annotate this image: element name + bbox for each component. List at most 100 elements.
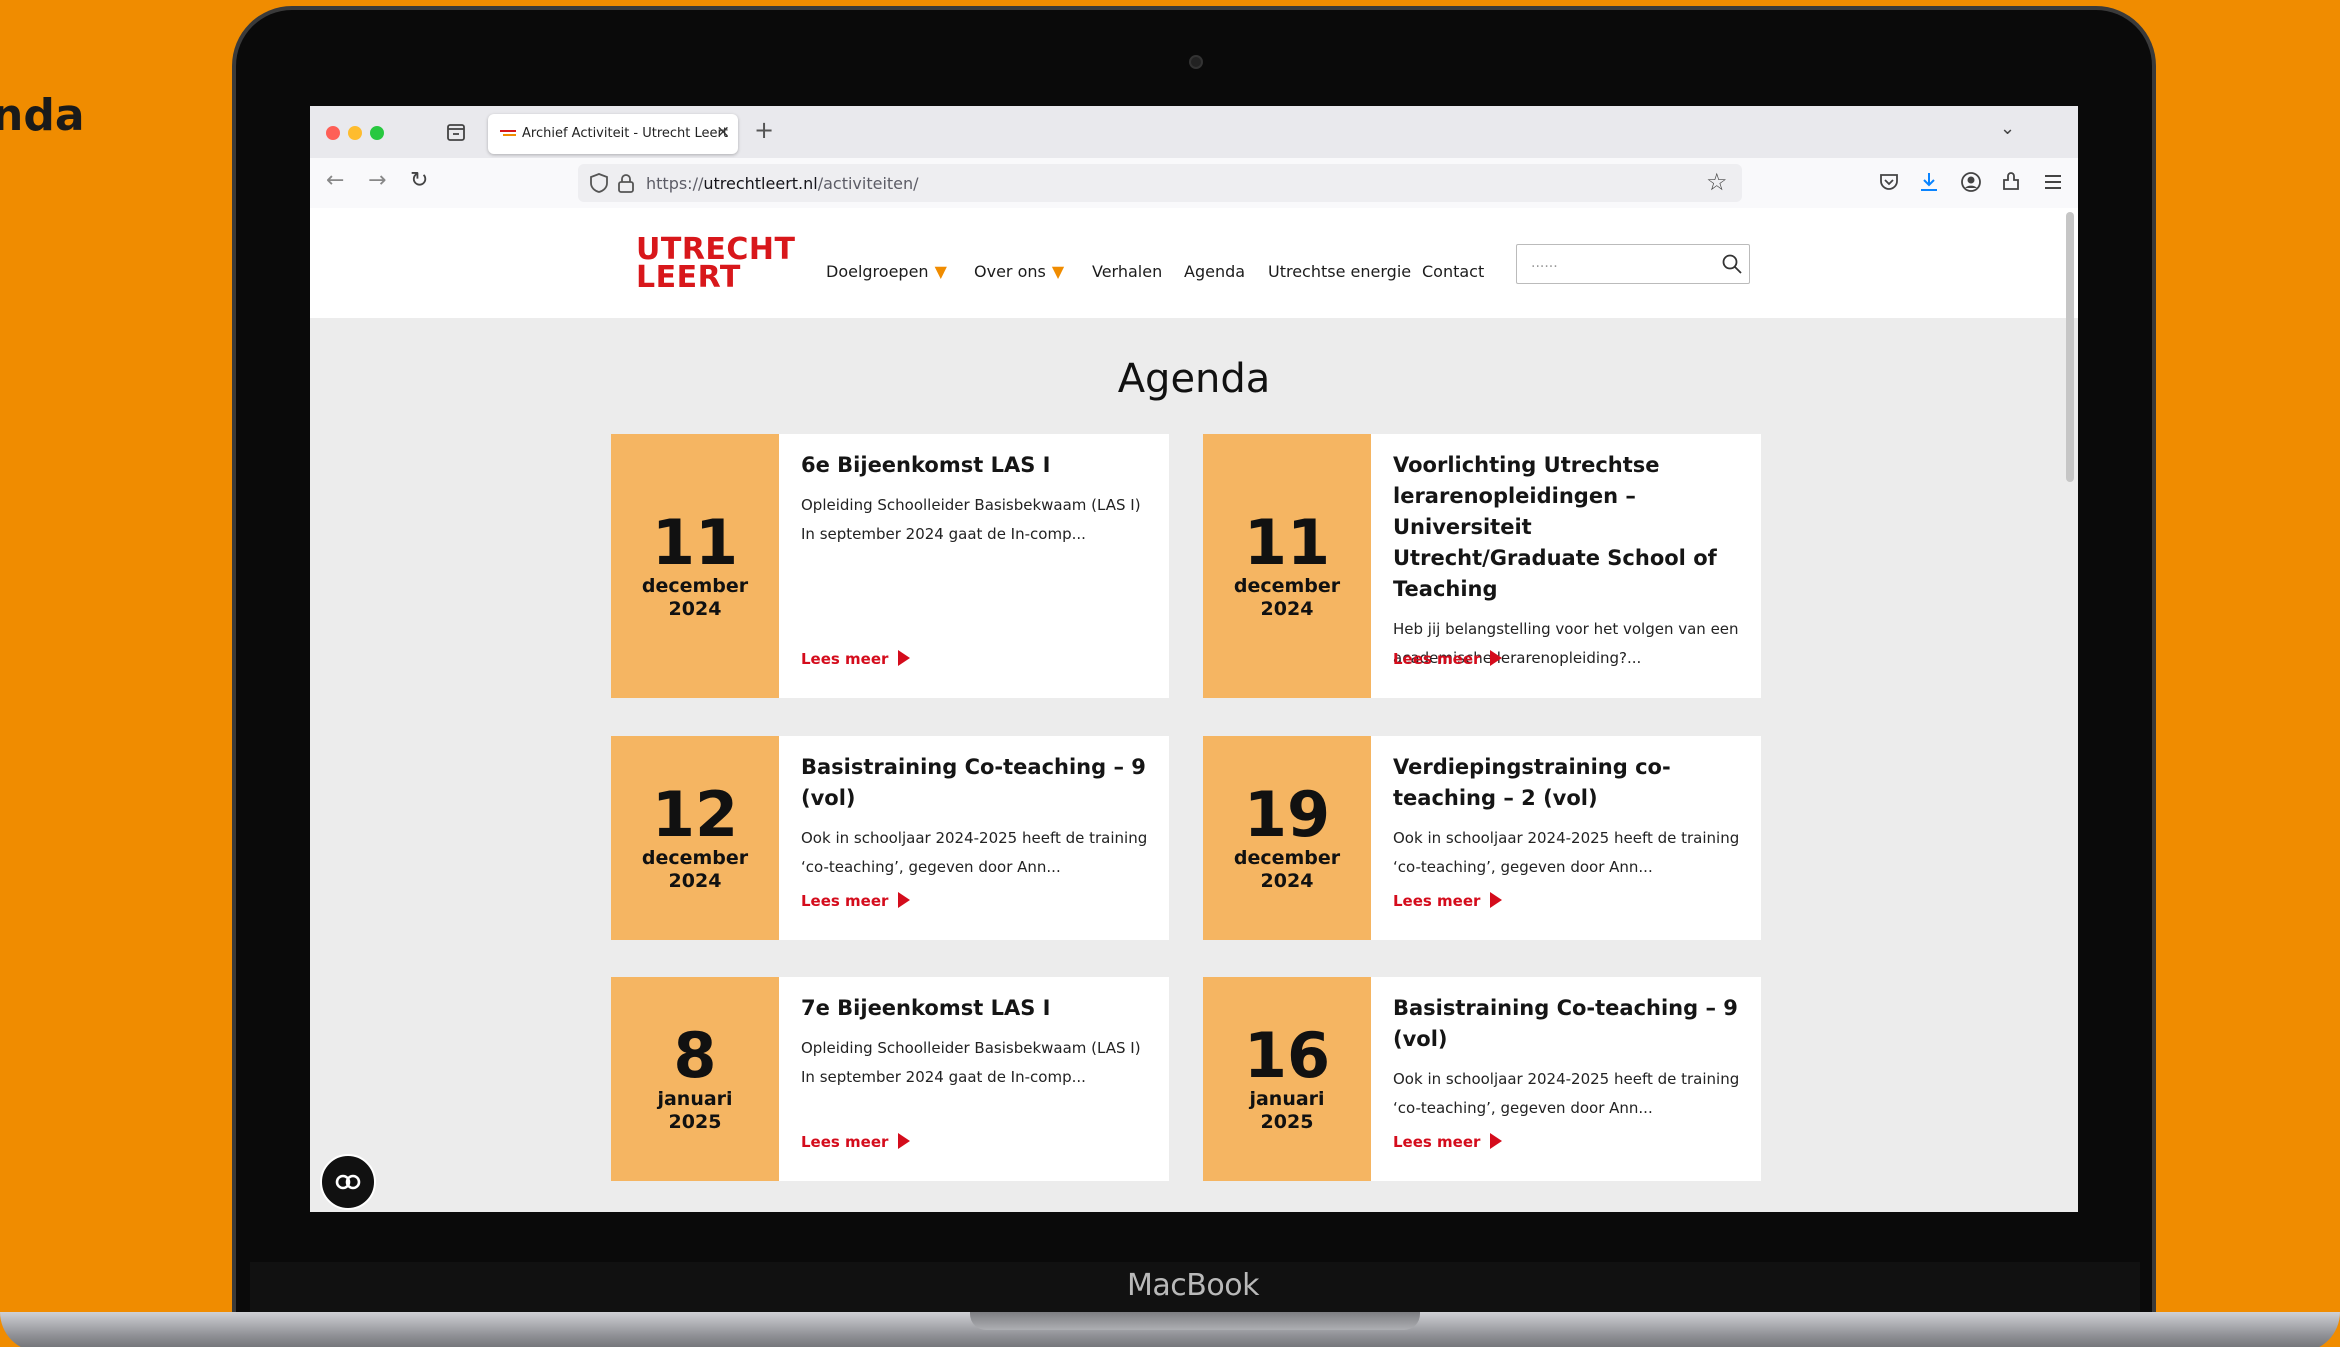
date-block: 8 januari 2025 [611, 977, 779, 1181]
site-logo[interactable]: UTRECHT LEERT [636, 235, 796, 293]
event-excerpt: Ook in schooljaar 2024-2025 heeft de tra… [1393, 1070, 1740, 1117]
read-more-link[interactable]: Lees meer [1393, 1133, 1503, 1151]
event-year: 2024 [1260, 598, 1314, 620]
screen: Archief Activiteit - Utrecht Leert × + ⌄… [310, 106, 2078, 1212]
arrow-right-icon [1490, 650, 1503, 666]
date-block: 16 januari 2025 [1203, 977, 1371, 1181]
address-bar[interactable]: https://utrechtleert.nl/activiteiten/ ☆ [578, 164, 1742, 202]
arrow-right-icon [1490, 1133, 1503, 1149]
event-day: 11 [651, 506, 739, 579]
forward-arrow-icon[interactable]: → [368, 168, 386, 193]
search-placeholder: ...... [1531, 255, 1558, 271]
close-tab-icon[interactable]: × [716, 122, 730, 142]
event-title[interactable]: Basistraining Co-teaching – 9 (vol) [801, 752, 1149, 814]
nav-doelgroepen[interactable]: Doelgroepen ▼ [826, 262, 947, 281]
event-day: 12 [651, 778, 739, 851]
caret-down-icon: ▼ [1051, 262, 1065, 281]
date-block: 19 december 2024 [1203, 736, 1371, 940]
event-day: 11 [1243, 506, 1331, 579]
event-card[interactable]: 11 december 2024 6e Bijeenkomst LAS I Op… [611, 434, 1169, 698]
nav-verhalen[interactable]: Verhalen [1092, 262, 1162, 281]
event-excerpt: Ook in schooljaar 2024-2025 heeft de tra… [801, 829, 1148, 876]
date-block: 11 december 2024 [1203, 434, 1371, 698]
event-year: 2024 [1260, 870, 1314, 892]
partial-heading: nda [0, 90, 85, 141]
event-month: januari [657, 1088, 733, 1110]
extensions-icon[interactable] [1998, 169, 2024, 195]
nav-utrechtse-energie[interactable]: Utrechtse energie [1268, 262, 1411, 281]
tab-bar: Archief Activiteit - Utrecht Leert × + ⌄ [310, 106, 2078, 158]
search-icon[interactable] [1721, 253, 1743, 275]
event-title[interactable]: Voorlichting Utrechtse lerarenopleidinge… [1393, 450, 1741, 605]
minimize-window-button[interactable] [348, 126, 362, 140]
event-day: 8 [673, 1019, 717, 1092]
event-card[interactable]: 19 december 2024 Verdiepingstraining co-… [1203, 736, 1761, 940]
nav-agenda[interactable]: Agenda [1184, 262, 1245, 281]
event-excerpt: Opleiding Schoolleider Basisbekwaam (LAS… [801, 496, 1141, 543]
page-title: Agenda [1117, 356, 1271, 402]
event-title[interactable]: Basistraining Co-teaching – 9 (vol) [1393, 993, 1741, 1055]
event-month: december [641, 575, 749, 597]
nav-over-ons[interactable]: Over ons ▼ [974, 262, 1064, 281]
event-day: 16 [1243, 1019, 1331, 1092]
lock-icon[interactable] [616, 172, 636, 194]
event-year: 2024 [668, 870, 722, 892]
event-card[interactable]: 11 december 2024 Voorlichting Utrechtse … [1203, 434, 1761, 698]
accessibility-button[interactable] [320, 1154, 376, 1210]
caret-down-icon: ▼ [934, 262, 947, 281]
account-icon[interactable] [1958, 169, 1984, 195]
menu-icon[interactable] [2040, 169, 2066, 195]
page-scrollbar[interactable] [2066, 212, 2074, 482]
event-excerpt: Opleiding Schoolleider Basisbekwaam (LAS… [801, 1039, 1141, 1086]
download-icon[interactable] [1916, 169, 1942, 195]
date-block: 11 december 2024 [611, 434, 779, 698]
event-title[interactable]: 7e Bijeenkomst LAS I [801, 993, 1149, 1024]
date-block: 12 december 2024 [611, 736, 779, 940]
back-arrow-icon[interactable]: ← [326, 168, 344, 193]
event-year: 2024 [668, 598, 722, 620]
arrow-right-icon [898, 892, 911, 908]
active-tab[interactable]: Archief Activiteit - Utrecht Leert × [488, 114, 738, 154]
shield-icon[interactable] [588, 172, 610, 194]
event-month: januari [1249, 1088, 1325, 1110]
reload-icon[interactable]: ↻ [410, 168, 428, 193]
event-month: december [1233, 575, 1341, 597]
read-more-link[interactable]: Lees meer [1393, 892, 1503, 910]
arrow-right-icon [898, 650, 911, 666]
tab-overview-icon[interactable] [444, 120, 468, 144]
event-day: 19 [1243, 778, 1331, 851]
site-header: UTRECHT LEERT Doelgroepen ▼ Over ons ▼ Ver… [310, 208, 2078, 318]
bookmark-star-icon[interactable]: ☆ [1706, 168, 1728, 196]
read-more-link[interactable]: Lees meer [1393, 650, 1503, 668]
pocket-icon[interactable] [1876, 169, 1902, 195]
maximize-window-button[interactable] [370, 126, 384, 140]
tab-title: Archief Activiteit - Utrecht Leert [522, 126, 728, 141]
event-card[interactable]: 12 december 2024 Basistraining Co-teachi… [611, 736, 1169, 940]
favicon-icon [500, 130, 516, 136]
read-more-link[interactable]: Lees meer [801, 1133, 911, 1151]
arrow-right-icon [898, 1133, 911, 1149]
read-more-link[interactable]: Lees meer [801, 650, 911, 668]
tab-list-chevron-icon[interactable]: ⌄ [2000, 118, 2015, 139]
event-excerpt: Ook in schooljaar 2024-2025 heeft de tra… [1393, 829, 1740, 876]
accessibility-icon [335, 1174, 361, 1190]
event-card[interactable]: 8 januari 2025 7e Bijeenkomst LAS I Ople… [611, 977, 1169, 1181]
event-title[interactable]: Verdiepingstraining co-teaching – 2 (vol… [1393, 752, 1741, 814]
event-card[interactable]: 16 januari 2025 Basistraining Co-teachin… [1203, 977, 1761, 1181]
new-tab-button[interactable]: + [754, 116, 774, 144]
url-domain: utrechtleert.nl [703, 174, 818, 193]
nav-contact[interactable]: Contact [1422, 262, 1484, 281]
event-year: 2025 [668, 1111, 722, 1133]
read-more-link[interactable]: Lees meer [801, 892, 911, 910]
event-year: 2025 [1260, 1111, 1314, 1133]
url-text: https://utrechtleert.nl/activiteiten/ [646, 174, 919, 193]
event-title[interactable]: 6e Bijeenkomst LAS I [801, 450, 1149, 481]
device-label: MacBook [1127, 1268, 1259, 1303]
close-window-button[interactable] [326, 126, 340, 140]
event-month: december [1233, 847, 1341, 869]
camera-icon [1189, 55, 1203, 69]
navigation-toolbar: ← → ↻ https://utrechtleert.nl/activiteit… [310, 158, 2078, 208]
event-month: december [641, 847, 749, 869]
laptop-notch [970, 1312, 1420, 1330]
search-input[interactable]: ...... [1516, 244, 1750, 284]
